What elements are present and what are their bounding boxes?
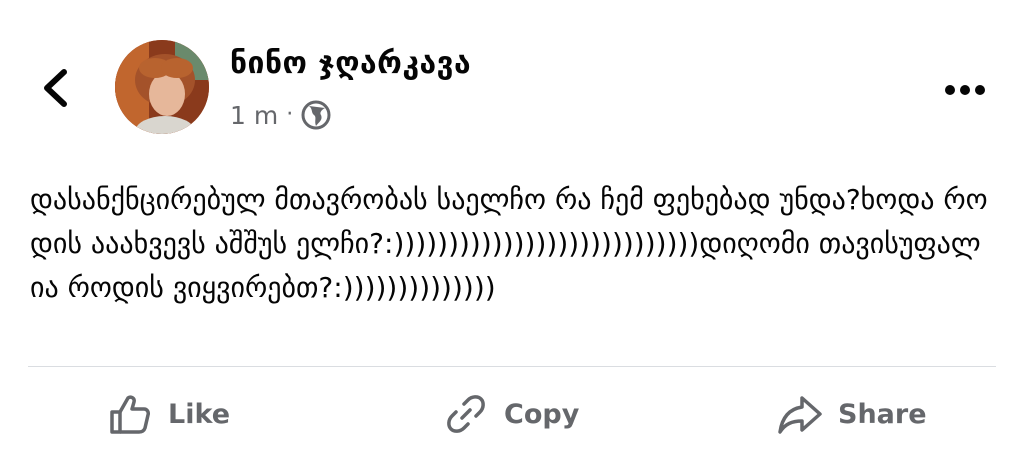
action-bar: Like Copy Share (0, 380, 1024, 450)
post-text: დასანქნცირებულ მთავრობას საელჩო რა ჩემ ფ… (30, 183, 988, 304)
timestamp[interactable]: 1 m (230, 101, 278, 130)
copy-label: Copy (504, 398, 580, 430)
divider (28, 366, 996, 367)
share-button[interactable]: Share (776, 388, 927, 440)
post-meta: 1 m · (230, 98, 331, 132)
like-button[interactable]: Like (106, 388, 230, 440)
share-label: Share (838, 398, 927, 430)
link-icon (447, 395, 485, 433)
share-icon (778, 396, 822, 434)
globe-icon[interactable] (301, 100, 331, 130)
back-button[interactable] (36, 66, 76, 110)
like-label: Like (168, 398, 231, 430)
more-options-button[interactable] (938, 78, 992, 102)
copy-button[interactable]: Copy (442, 388, 579, 440)
meta-separator: · (286, 102, 294, 127)
avatar[interactable] (115, 40, 209, 134)
more-horizontal-icon (945, 85, 985, 95)
chevron-left-icon (44, 69, 67, 107)
author-name[interactable]: ნინო ჯღარკავა (230, 46, 471, 81)
thumbs-up-icon (110, 395, 150, 434)
avatar-image (115, 40, 209, 134)
